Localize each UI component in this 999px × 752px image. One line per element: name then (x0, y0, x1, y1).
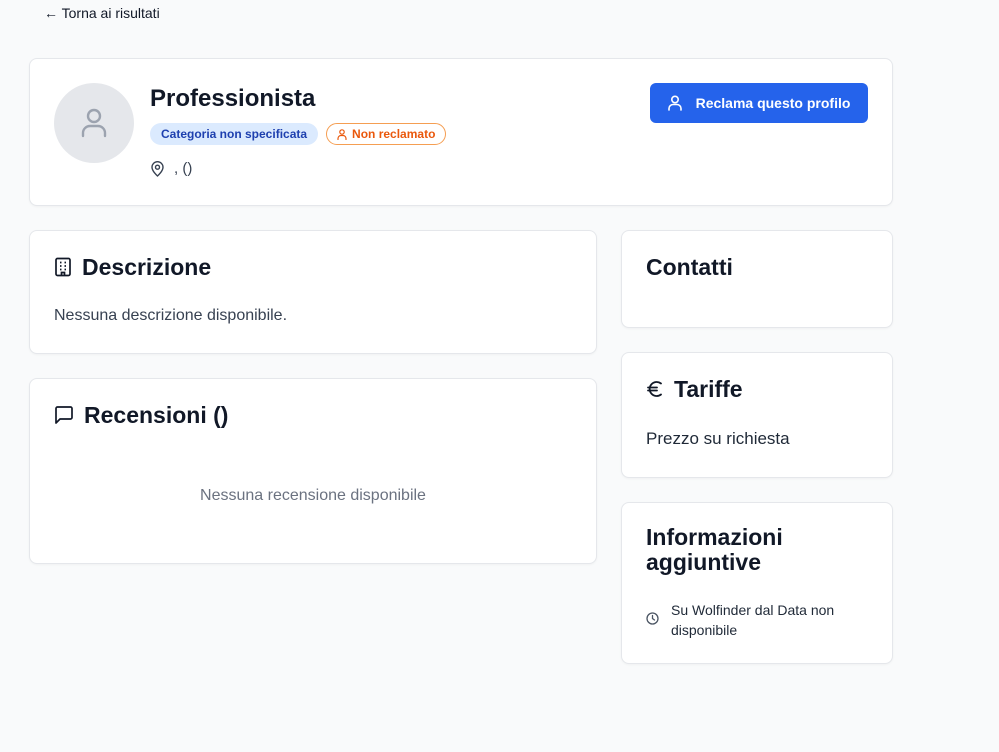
additional-info-title: Informazioni aggiuntive (646, 524, 783, 575)
location-text: , () (174, 160, 193, 177)
rates-title: Tariffe (646, 375, 743, 403)
building-icon (55, 257, 71, 277)
location: , () (150, 160, 192, 177)
description-title-label: Descrizione (82, 254, 212, 280)
claim-profile-label: Reclama questo profilo (695, 95, 851, 111)
claim-profile-button[interactable]: Reclama questo profilo (650, 83, 868, 123)
status-badge: Non reclamato (326, 123, 447, 145)
reviews-title: Recensioni () (54, 401, 228, 429)
profile-name: Professionista (150, 85, 316, 112)
description-text: Nessuna descrizione disponibile. (54, 307, 288, 324)
additional-info-card: Informazioni aggiuntive Su Wolfinder dal… (621, 502, 893, 664)
map-pin-icon (151, 160, 164, 177)
contacts-title: Contatti (646, 254, 733, 280)
reviews-card: Recensioni () Nessuna recensione disponi… (29, 378, 597, 564)
status-badge-label: Non reclamato (352, 127, 436, 141)
profile-badges: Categoria non specificata Non reclamato (150, 123, 447, 145)
back-to-results-link[interactable]: ← Torna ai risultati (44, 5, 160, 21)
euro-icon (647, 381, 662, 397)
rates-text: Prezzo su richiesta (646, 429, 790, 448)
clock-icon (646, 612, 659, 625)
description-card: Descrizione Nessuna descrizione disponib… (29, 230, 597, 354)
rates-title-label: Tariffe (674, 376, 743, 402)
avatar (54, 83, 134, 163)
rates-card: Tariffe Prezzo su richiesta (621, 352, 893, 478)
member-since-text: Su Wolfinder dal Data non disponibile (671, 602, 835, 638)
contacts-card: Contatti (621, 230, 893, 328)
user-icon (337, 128, 347, 140)
user-icon (667, 95, 682, 111)
category-badge: Categoria non specificata (150, 123, 319, 145)
profile-header-card: Professionista Categoria non specificata… (29, 58, 893, 206)
reviews-empty-text: Nessuna recensione disponibile (200, 487, 426, 504)
reviews-title-label: Recensioni () (84, 402, 229, 428)
message-square-icon (55, 406, 73, 424)
user-icon (81, 108, 107, 138)
description-title: Descrizione (54, 253, 211, 281)
member-since-row: Su Wolfinder dal Data non disponibile (646, 600, 861, 640)
